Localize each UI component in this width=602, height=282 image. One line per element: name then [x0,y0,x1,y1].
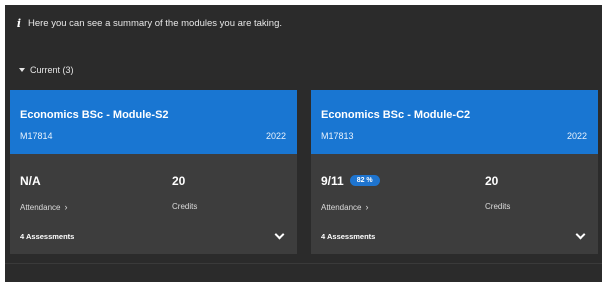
attendance-link[interactable]: Attendance › [321,202,368,212]
info-icon: i [16,17,22,30]
attendance-label: Attendance [321,203,362,212]
attendance-percent-badge: 82 % [349,175,380,187]
module-code: M17814 [20,131,53,141]
module-code: M17813 [321,131,354,141]
current-section-toggle[interactable]: Current (3) [19,65,74,75]
module-card-header[interactable]: Economics BSc - Module-S2 M17814 2022 [10,90,297,154]
info-text: Here you can see a summary of the module… [28,18,282,29]
attendance-count: N/A [20,174,41,188]
module-title: Economics BSc - Module-S2 [20,109,169,121]
chevron-down-icon [274,229,285,240]
credits-label: Credits [485,202,511,211]
module-card: Economics BSc - Module-S2 M17814 2022 N/… [10,90,297,254]
attendance-value: N/A [20,174,41,188]
credits-value: 20 [172,174,186,188]
attendance-count: 9/11 [321,174,344,188]
module-title: Economics BSc - Module-C2 [321,109,471,121]
module-card: Economics BSc - Module-C2 M17813 2022 9/… [311,90,598,254]
chevron-down-icon [575,229,586,240]
section-label: Current (3) [30,65,74,75]
assessments-toggle[interactable]: 4 Assessments [20,229,286,241]
chevron-right-icon: › [365,202,369,212]
divider [5,263,602,264]
credits-value: 20 [485,174,499,188]
assessments-label: 4 Assessments [321,232,376,241]
caret-down-icon [19,68,25,72]
assessments-toggle[interactable]: 4 Assessments [321,229,587,241]
module-year: 2022 [566,131,587,141]
chevron-right-icon: › [64,202,68,212]
assessments-label: 4 Assessments [20,232,75,241]
credits-label: Credits [172,202,198,211]
attendance-label: Attendance [20,203,61,212]
module-year: 2022 [265,131,286,141]
attendance-value: 9/11 82 % [321,174,380,188]
module-card-header[interactable]: Economics BSc - Module-C2 M17813 2022 [311,90,598,154]
info-message: i Here you can see a summary of the modu… [15,17,282,30]
modules-panel: i Here you can see a summary of the modu… [5,5,602,282]
attendance-link[interactable]: Attendance › [20,202,67,212]
